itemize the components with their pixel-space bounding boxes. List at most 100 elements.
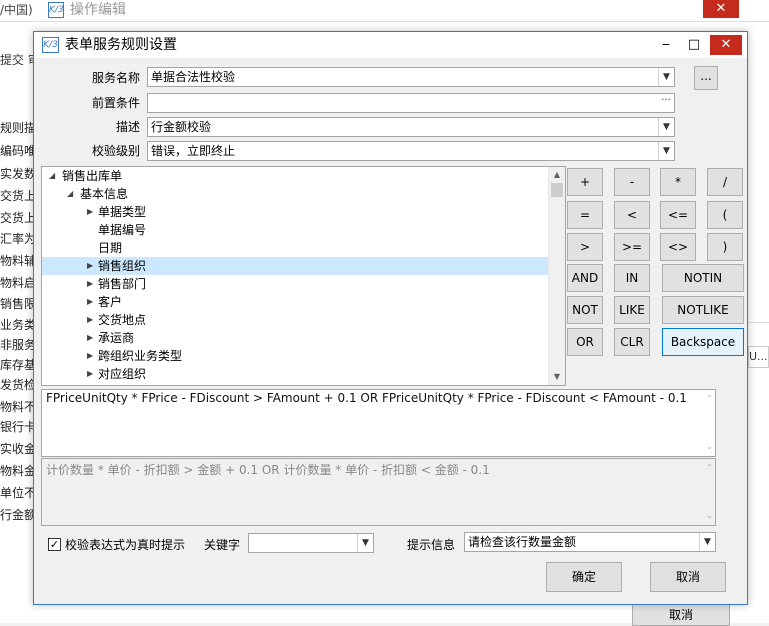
operator-button[interactable]: + (567, 168, 603, 196)
background-rule-row[interactable]: 实收金 (0, 441, 36, 457)
check-level-value: 错误，立即终止 (151, 144, 236, 158)
hint-select[interactable]: 请检查该行数量金额 ▼ (464, 532, 716, 552)
background-rule-row[interactable]: 单位不 (0, 485, 36, 501)
background-rule-row[interactable]: 物料金 (0, 463, 36, 479)
background-rule-row[interactable]: 交货上 (0, 188, 36, 204)
more-options-button[interactable]: ... (694, 66, 718, 90)
tree-node[interactable]: ▶ 对应组织 (42, 365, 549, 383)
operator-button[interactable]: ) (707, 233, 743, 261)
operator-button[interactable]: <> (660, 233, 696, 261)
description-select[interactable]: 行金额校验 ▼ (147, 117, 675, 137)
tree-node[interactable]: ▶ 销售组织 (42, 257, 549, 275)
close-button[interactable]: ✕ (710, 35, 742, 55)
operator-button[interactable]: NOT (567, 296, 603, 324)
expand-arrow-icon[interactable]: ▶ (87, 365, 93, 383)
scroll-down-icon[interactable]: ▼ (549, 369, 565, 385)
scroll-up-icon[interactable]: ⌃ (706, 392, 713, 406)
operator-button[interactable]: LIKE (614, 296, 650, 324)
expand-arrow-icon[interactable]: ▶ (87, 311, 93, 329)
operator-button[interactable]: CLR (614, 328, 650, 356)
operator-button[interactable]: * (660, 168, 696, 196)
tree-scrollbar[interactable]: ▲ ▼ (548, 167, 565, 385)
background-close-button[interactable]: ✕ (703, 0, 739, 18)
background-rule-row[interactable]: 非服务 (0, 337, 36, 353)
operator-button[interactable]: - (614, 168, 650, 196)
ellipsis-icon[interactable]: ··· (658, 94, 674, 112)
service-name-select[interactable]: 单据合法性校验 ▼ (147, 67, 675, 87)
background-rule-row[interactable]: 物料启 (0, 275, 36, 291)
tree-node-label: 单据编号 (98, 223, 147, 237)
collapse-arrow-icon[interactable]: ◢ (49, 167, 55, 185)
expression-editor[interactable]: FPriceUnitQty * FPrice - FDiscount > FAm… (41, 389, 716, 457)
scroll-thumb[interactable] (551, 183, 563, 197)
expand-arrow-icon[interactable]: ▶ (87, 329, 93, 347)
tree-node[interactable]: ▶ 承运商 (42, 329, 549, 347)
background-rule-row[interactable]: 销售限 (0, 296, 36, 312)
minimize-icon[interactable]: ‒ (654, 35, 678, 55)
expand-arrow-icon[interactable]: ▶ (87, 293, 93, 311)
operator-button[interactable]: NOTIN (662, 264, 744, 292)
background-rule-row[interactable]: 库存基 (0, 357, 36, 373)
operator-button[interactable]: ( (707, 201, 743, 229)
chevron-down-icon[interactable]: ▼ (699, 533, 715, 551)
operator-button[interactable]: IN (614, 264, 650, 292)
operator-button[interactable]: < (614, 201, 650, 229)
chevron-down-icon[interactable]: ▼ (658, 118, 674, 136)
operator-button[interactable]: >= (614, 233, 650, 261)
background-rule-row[interactable]: 编码唯 (0, 143, 36, 159)
operator-button[interactable]: <= (660, 201, 696, 229)
expand-arrow-icon[interactable]: ▶ (87, 347, 93, 365)
expand-arrow-icon[interactable]: ▶ (87, 203, 93, 221)
tree-node-label: 日期 (98, 241, 123, 255)
ok-button[interactable]: 确定 (546, 562, 622, 592)
realtime-prompt-checkbox[interactable]: ✓ (48, 538, 61, 551)
scroll-down-icon[interactable]: ⌄ (706, 509, 713, 523)
precondition-field[interactable]: ··· (147, 93, 675, 113)
scroll-up-icon[interactable]: ▲ (549, 167, 565, 183)
chevron-down-icon[interactable]: ▼ (658, 68, 674, 86)
check-level-select[interactable]: 错误，立即终止 ▼ (147, 141, 675, 161)
tree-node[interactable]: ▶ 客户 (42, 293, 549, 311)
chevron-down-icon[interactable]: ▼ (357, 534, 373, 552)
background-rule-row[interactable]: 物料辅 (0, 253, 36, 269)
operator-button[interactable]: AND (567, 264, 603, 292)
background-rule-row[interactable]: 汇率为 (0, 231, 36, 247)
description-value: 行金额校验 (151, 120, 212, 134)
chevron-down-icon[interactable]: ▼ (658, 142, 674, 160)
keyword-select[interactable]: ▼ (248, 533, 374, 553)
background-rule-row[interactable]: 发货检 (0, 377, 36, 393)
tree-group-label: 基本信息 (80, 187, 129, 201)
maximize-icon[interactable]: □ (682, 35, 706, 55)
cancel-button[interactable]: 取消 (650, 562, 726, 592)
collapse-arrow-icon[interactable]: ◢ (67, 185, 73, 203)
operator-button[interactable]: Backspace (662, 328, 744, 356)
background-rule-row[interactable]: 行金额 (0, 507, 36, 523)
background-rule-row[interactable]: 实发数 (0, 166, 36, 182)
operator-button[interactable]: / (707, 168, 743, 196)
background-left-title: /中国) (0, 3, 33, 17)
expand-arrow-icon[interactable]: ▶ (87, 275, 93, 293)
background-rule-row[interactable]: 业务类 (0, 317, 36, 333)
background-rule-row[interactable]: 交货上 (0, 210, 36, 226)
expand-arrow-icon[interactable]: ▶ (87, 257, 93, 275)
background-right-field[interactable]: U... (748, 346, 769, 368)
scroll-down-icon[interactable]: ⌄ (706, 440, 713, 454)
operator-button[interactable]: NOTLIKE (662, 296, 744, 324)
background-rule-row[interactable]: 物料不 (0, 399, 36, 415)
operator-button[interactable]: > (567, 233, 603, 261)
tree-node[interactable]: ▶ 单据类型 (42, 203, 549, 221)
tree-node[interactable]: 单据编号 (42, 221, 549, 239)
realtime-prompt-label: 校验表达式为真时提示 (65, 538, 186, 552)
dialog-titlebar: K/3 表单服务规则设置 ‒ □ ✕ (34, 32, 747, 58)
operator-button[interactable]: = (567, 201, 603, 229)
operator-button[interactable]: OR (567, 328, 603, 356)
field-tree[interactable]: ◢ 销售出库单 ◢ 基本信息 ▶ 单据类型 单据编号 日期 ▶ 销售组织 ▶ 销售部门 ▶ 客户 ▶… (41, 166, 566, 386)
tree-node[interactable]: 日期 (42, 239, 549, 257)
scroll-up-icon[interactable]: ⌃ (706, 461, 713, 475)
precondition-label: 前置条件 (91, 96, 140, 110)
tree-node[interactable]: ▶ 交货地点 (42, 311, 549, 329)
tree-node[interactable]: ▶ 销售部门 (42, 275, 549, 293)
background-rule-row[interactable]: 规则描 (0, 120, 36, 136)
background-rule-row[interactable]: 银行卡 (0, 419, 36, 435)
tree-node[interactable]: ▶ 跨组织业务类型 (42, 347, 549, 365)
